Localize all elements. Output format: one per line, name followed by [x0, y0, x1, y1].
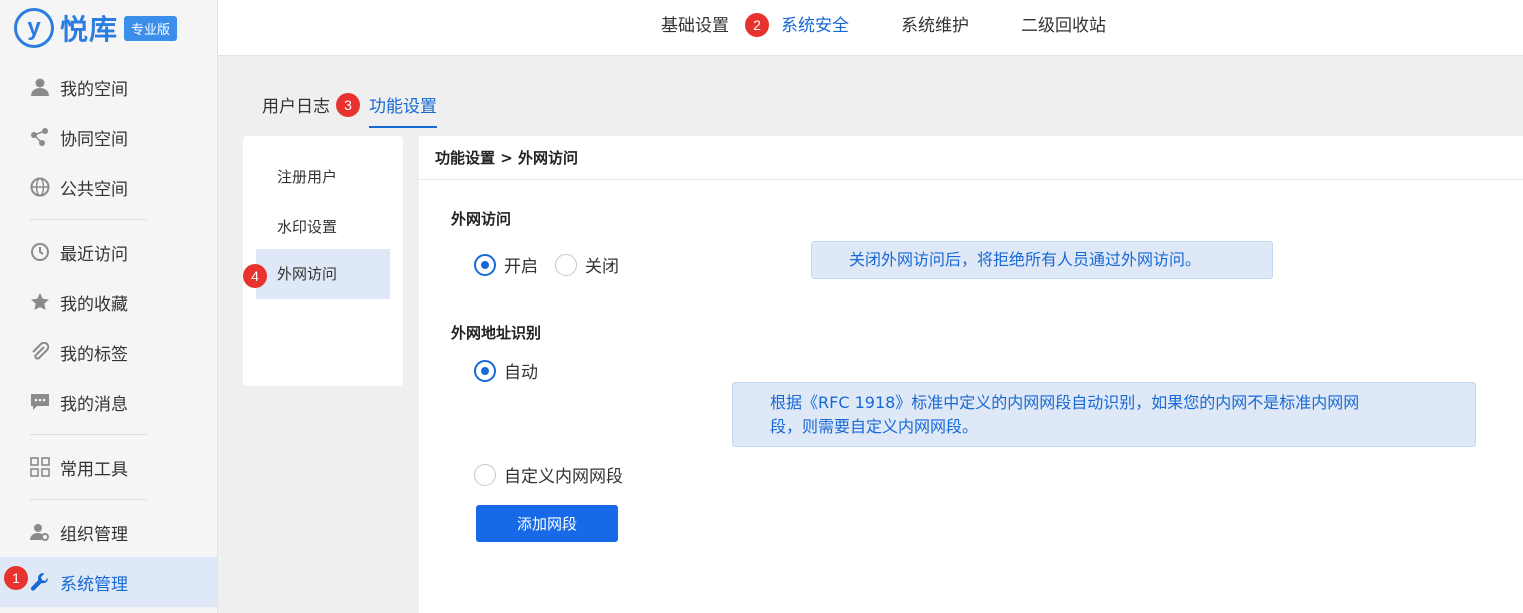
sidebar-item-label: 我的收藏	[60, 294, 128, 315]
subtab-user-log[interactable]: 用户日志	[262, 92, 330, 128]
settings-menu: 注册用户 水印设置 外网访问	[243, 136, 403, 386]
access-notice: 关闭外网访问后，将拒绝所有人员通过外网访问。	[811, 241, 1273, 279]
sidebar-item-tags[interactable]: 我的标签	[0, 327, 217, 377]
share-nodes-icon	[30, 127, 50, 147]
radio-label: 开启	[504, 257, 538, 277]
sidebar-item-system[interactable]: 系统管理	[0, 557, 217, 607]
step-marker: 2	[745, 13, 769, 37]
section-title-external-access: 外网访问	[451, 210, 512, 228]
section-title-address-detection: 外网地址识别	[451, 324, 542, 342]
sidebar-item-recent[interactable]: 最近访问	[0, 227, 217, 277]
detect-notice-line: 段，则需要自定义内网网段。	[770, 417, 979, 436]
wrench-icon	[30, 572, 50, 592]
sidebar-item-public-space[interactable]: 公共空间	[0, 162, 217, 212]
sidebar-item-collab-space[interactable]: 协同空间	[0, 112, 217, 162]
sidebar-divider	[30, 219, 147, 220]
sidebar-item-label: 公共空间	[60, 179, 128, 200]
sidebar-item-my-space[interactable]: 我的空间	[0, 62, 217, 112]
radio-label: 自动	[504, 363, 538, 383]
radio-access-on[interactable]: 开启	[474, 252, 538, 277]
tab-system-maintenance[interactable]: 系统维护	[901, 0, 969, 52]
radio-checked-icon	[474, 253, 496, 276]
menu-item-watermark[interactable]: 水印设置	[256, 202, 390, 252]
tab-basic-settings[interactable]: 基础设置	[661, 0, 729, 52]
sidebar-divider	[30, 434, 147, 435]
sidebar-item-label: 最近访问	[60, 244, 128, 265]
paperclip-icon	[30, 342, 50, 362]
top-nav: 基础设置 系统安全 系统维护 二级回收站	[218, 0, 1523, 56]
subtab-feature-settings[interactable]: 功能设置	[369, 92, 437, 128]
breadcrumb: 功能设置 > 外网访问	[419, 136, 1523, 180]
radio-label: 自定义内网网段	[504, 467, 623, 487]
sidebar-item-org[interactable]: 组织管理	[0, 507, 217, 557]
grid-icon	[30, 457, 50, 477]
message-icon	[30, 392, 50, 412]
user-gear-icon	[30, 522, 50, 542]
star-icon	[30, 292, 50, 312]
radio-detect-custom[interactable]: 自定义内网网段	[474, 462, 623, 487]
user-icon	[30, 77, 50, 97]
tab-recycle-bin[interactable]: 二级回收站	[1021, 0, 1106, 52]
sidebar-item-favorites[interactable]: 我的收藏	[0, 277, 217, 327]
globe-icon	[30, 177, 50, 197]
history-icon	[30, 242, 50, 262]
sidebar-item-label: 我的标签	[60, 344, 128, 365]
radio-label: 关闭	[585, 257, 619, 277]
radio-unchecked-icon	[555, 253, 577, 276]
sidebar-item-label: 组织管理	[60, 524, 128, 545]
step-marker: 1	[4, 566, 28, 590]
step-marker: 4	[243, 264, 267, 288]
sidebar-item-label: 协同空间	[60, 129, 128, 150]
logo-mark: y	[14, 8, 54, 48]
sidebar-nav: 我的空间 协同空间 公共空间 最近访问 我的收藏 我的标签 我的消息 常用工具 …	[0, 62, 217, 607]
sidebar-item-label: 我的消息	[60, 394, 128, 415]
sidebar-divider	[30, 499, 147, 500]
radio-unchecked-icon	[474, 463, 496, 486]
radio-detect-auto[interactable]: 自动	[474, 358, 538, 383]
detect-notice-line: 根据《RFC 1918》标准中定义的内网网段自动识别，如果您的内网不是标准内网网	[770, 393, 1360, 412]
sidebar: y 悦库 专业版 我的空间 协同空间 公共空间 最近访问 我的收藏 我的标签 我…	[0, 0, 218, 613]
step-marker: 3	[336, 93, 360, 117]
logo[interactable]: y 悦库 专业版	[14, 8, 178, 48]
tab-system-security[interactable]: 系统安全	[781, 0, 849, 52]
sidebar-item-label: 我的空间	[60, 79, 128, 100]
sidebar-item-messages[interactable]: 我的消息	[0, 377, 217, 427]
sidebar-item-tools[interactable]: 常用工具	[0, 442, 217, 492]
logo-name: 悦库	[60, 13, 119, 46]
edition-badge: 专业版	[124, 15, 178, 41]
radio-checked-icon	[474, 359, 496, 382]
detect-notice: 根据《RFC 1918》标准中定义的内网网段自动识别，如果您的内网不是标准内网网…	[732, 382, 1476, 447]
menu-item-register-user[interactable]: 注册用户	[256, 152, 390, 202]
main-panel: 功能设置 > 外网访问 外网访问 开启 关闭 关闭外网访问后，将拒绝所有人员通过…	[419, 136, 1523, 613]
radio-access-off[interactable]: 关闭	[555, 252, 619, 277]
sidebar-item-label: 常用工具	[60, 459, 128, 480]
menu-item-external-access[interactable]: 外网访问	[256, 249, 390, 299]
sidebar-item-label: 系统管理	[60, 574, 128, 595]
add-segment-button[interactable]: 添加网段	[476, 505, 618, 542]
